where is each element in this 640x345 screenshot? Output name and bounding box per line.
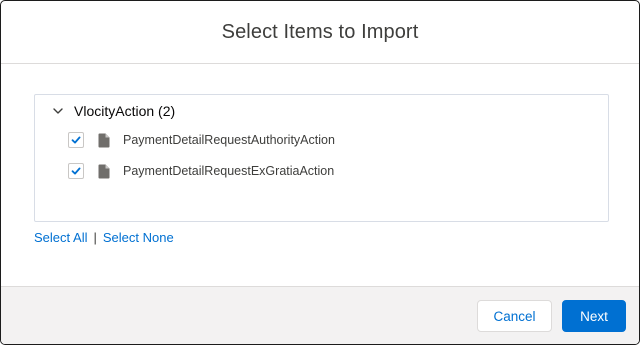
select-all-link[interactable]: Select All	[34, 230, 87, 245]
checkmark-icon	[71, 167, 81, 175]
tree-item-label: PaymentDetailRequestAuthorityAction	[123, 133, 335, 147]
selection-links: Select All | Select None	[34, 230, 174, 245]
item-checkbox[interactable]	[68, 132, 84, 148]
tree-group-label: VlocityAction (2)	[74, 103, 176, 119]
chevron-down-icon[interactable]	[50, 103, 66, 119]
modal-body: VlocityAction (2) PaymentDetailRequestAu…	[1, 64, 639, 286]
link-separator: |	[93, 230, 97, 245]
modal-title: Select Items to Import	[221, 20, 419, 43]
checkmark-icon	[71, 136, 81, 144]
import-modal: Select Items to Import VlocityAction (2)	[0, 0, 640, 345]
item-checkbox[interactable]	[68, 163, 84, 179]
next-button[interactable]: Next	[562, 300, 626, 332]
tree-item: PaymentDetailRequestExGratiaAction	[68, 161, 334, 181]
tree-group-vlocityaction[interactable]: VlocityAction (2)	[50, 99, 175, 123]
tree-item-label: PaymentDetailRequestExGratiaAction	[123, 164, 335, 178]
cancel-button[interactable]: Cancel	[477, 300, 552, 332]
modal-footer: Cancel Next	[1, 286, 639, 344]
items-tree: VlocityAction (2) PaymentDetailRequestAu…	[34, 94, 609, 222]
tree-item: PaymentDetailRequestAuthorityAction	[68, 130, 335, 150]
file-icon	[98, 133, 110, 147]
file-icon	[98, 164, 110, 178]
modal-header: Select Items to Import	[1, 1, 639, 64]
select-none-link[interactable]: Select None	[103, 230, 174, 245]
